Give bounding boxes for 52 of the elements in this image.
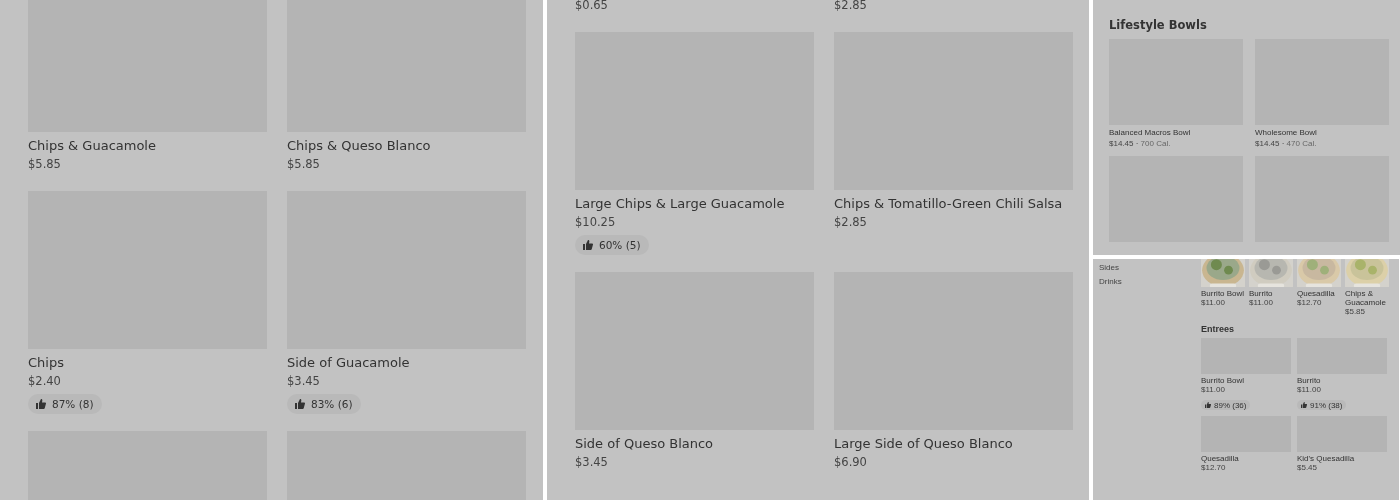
rating-badge: 87% (8)	[28, 394, 102, 414]
item-price: $14.45 · 470 Cal.	[1255, 138, 1318, 149]
item-name[interactable]: Chips	[28, 353, 267, 372]
item-price: $5.45	[1297, 463, 1319, 473]
item-name[interactable]: Burrito	[1249, 289, 1293, 299]
item-price: $11.00	[1297, 385, 1322, 395]
thumbs-up-icon	[583, 240, 593, 250]
category-link[interactable]: Sides	[1099, 263, 1119, 274]
item-price: $5.85	[1345, 307, 1367, 317]
item-name[interactable]: Large Side of Queso Blanco	[834, 434, 1073, 453]
rating-badge: 83% (6)	[287, 394, 361, 414]
item-name[interactable]: Chips & Guacamole	[28, 136, 267, 155]
rating-badge: 89% (36)	[1201, 400, 1251, 411]
item-name[interactable]: Side of Guacamole	[287, 353, 526, 372]
item-price: $3.45	[575, 454, 609, 471]
item-price: $12.70	[1297, 298, 1323, 308]
item-name[interactable]: Balanced Macros Bowl	[1109, 127, 1243, 138]
item-name[interactable]: Burrito Bowl	[1201, 376, 1291, 386]
item-price: $11.00	[1201, 298, 1226, 308]
item-name[interactable]: Chips & Tomatillo-Green Chili Salsa	[834, 194, 1073, 213]
item-price: $14.45 · 700 Cal.	[1109, 138, 1172, 149]
item-price: $6.90	[834, 454, 868, 471]
item-name[interactable]: Burrito Bowl	[1201, 289, 1245, 299]
item-price: $2.85	[834, 214, 868, 231]
thumbs-up-icon	[36, 399, 46, 409]
item-name[interactable]: Quesadilla	[1201, 454, 1291, 464]
item-name[interactable]: Large Chips & Large Guacamole	[575, 194, 814, 213]
item-price: $2.40	[28, 373, 62, 390]
item-name[interactable]: Quesadilla	[1297, 289, 1341, 299]
item-name[interactable]: Wholesome Bowl	[1255, 127, 1389, 138]
thumbs-up-icon	[1301, 402, 1307, 409]
item-price: $3.45	[287, 373, 321, 390]
item-name[interactable]: Chips & Queso Blanco	[287, 136, 526, 155]
thumbs-up-icon	[1205, 402, 1211, 409]
thumbs-up-icon	[295, 399, 305, 409]
item-price: $5.85	[28, 156, 62, 173]
item-price: $10.25	[575, 214, 617, 231]
item-name[interactable]: Kid's Quesadilla	[1297, 454, 1387, 464]
rating-badge: 91% (38)	[1297, 400, 1347, 411]
rating-badge: 60% (5)	[575, 235, 649, 255]
section-title: Entrees	[1201, 324, 1236, 336]
item-price: $2.85	[834, 0, 868, 14]
item-name[interactable]: Chips & Guacamole	[1345, 289, 1389, 308]
item-price: $11.00	[1201, 385, 1226, 395]
item-name[interactable]: Side of Queso Blanco	[575, 434, 814, 453]
item-price: $5.85	[287, 156, 321, 173]
item-name[interactable]: Burrito	[1297, 376, 1387, 386]
item-price: $11.00	[1249, 298, 1274, 308]
item-price: $0.65	[575, 0, 609, 14]
section-title: Lifestyle Bowls	[1109, 17, 1208, 34]
item-price: $12.70	[1201, 463, 1227, 473]
category-link[interactable]: Drinks	[1099, 277, 1122, 288]
